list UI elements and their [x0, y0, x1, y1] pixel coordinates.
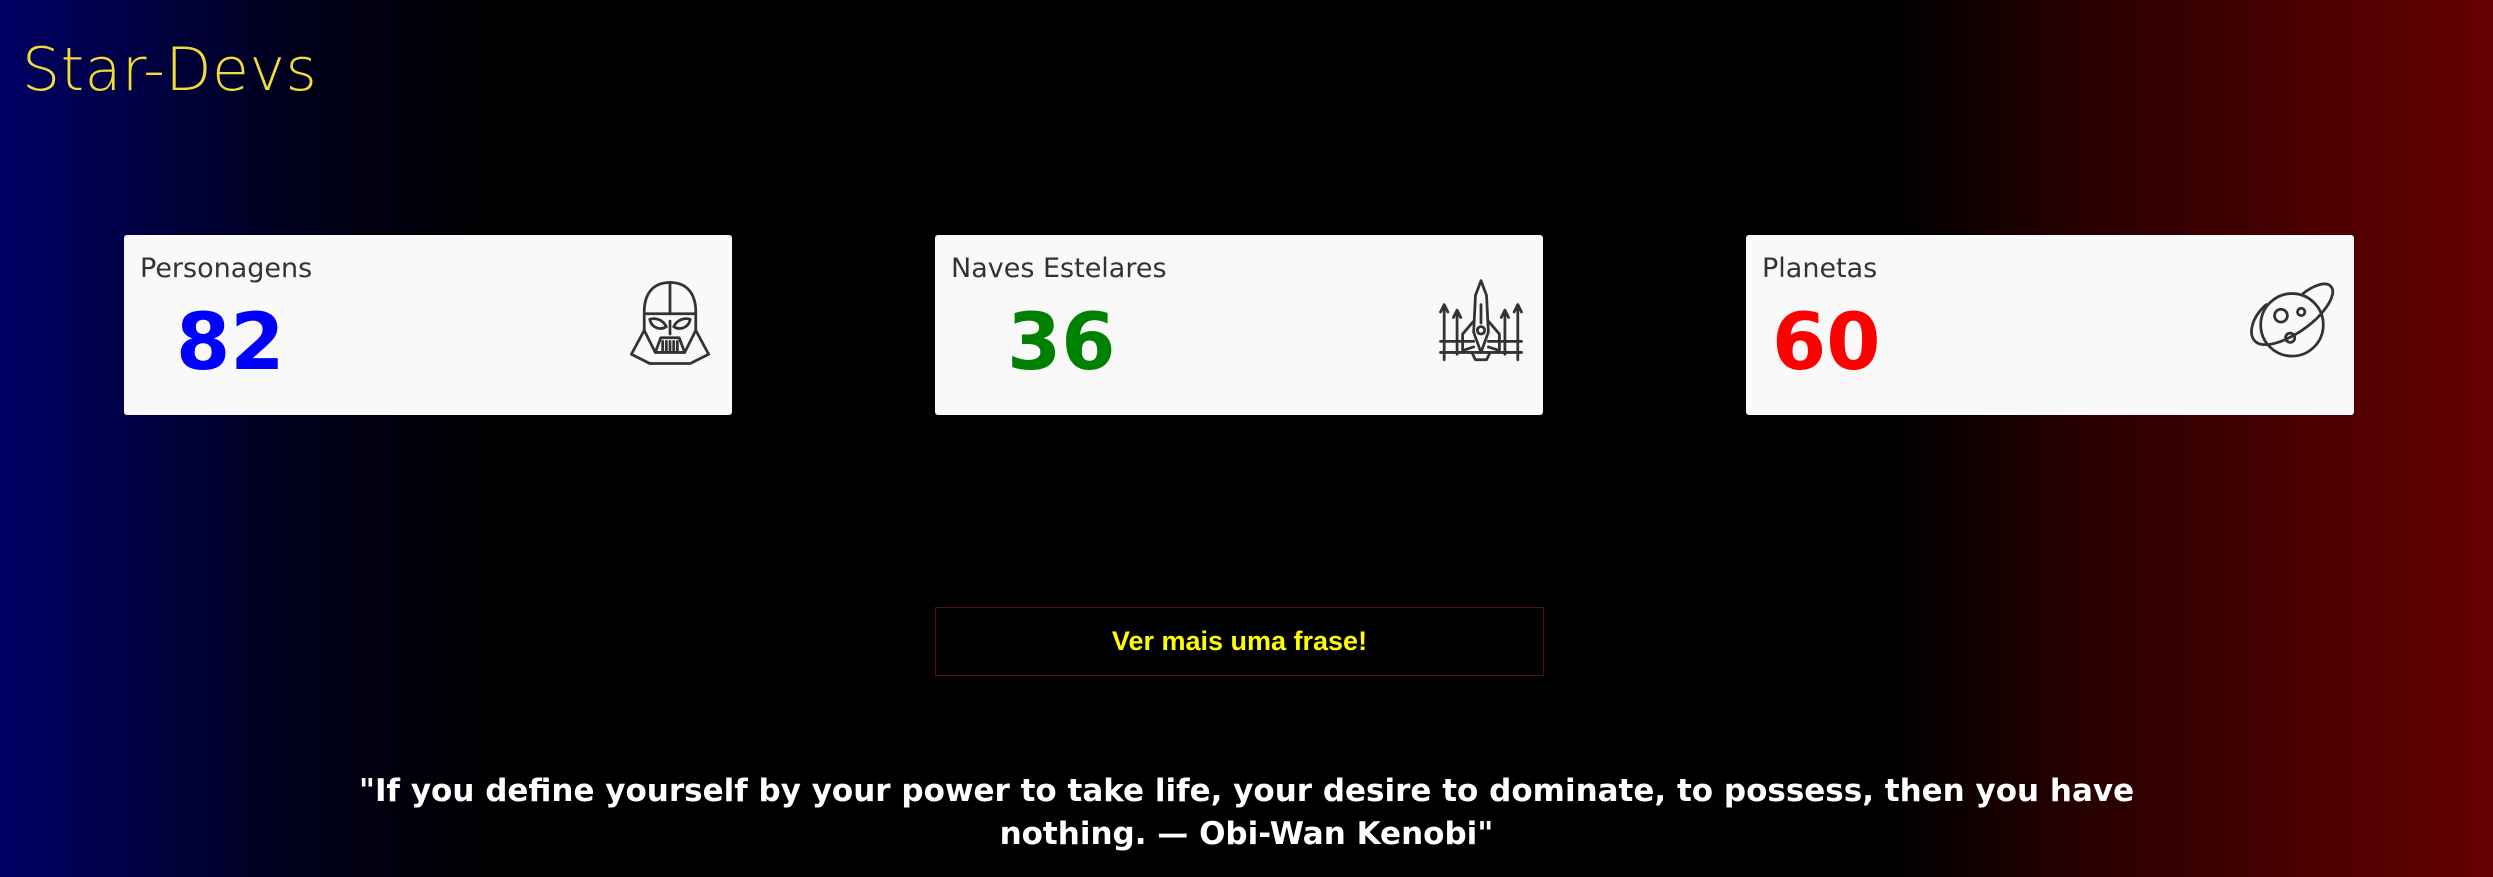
card-label-personagens: Personagens — [140, 253, 313, 284]
count-planetas: 60 — [1772, 298, 1881, 388]
darth-vader-helmet-icon — [624, 277, 716, 369]
count-naves-estelares: 36 — [1007, 298, 1116, 388]
card-personagens: Personagens 82 — [124, 235, 732, 415]
planet-icon — [2246, 277, 2338, 369]
count-personagens: 82 — [176, 298, 285, 388]
card-label-naves-estelares: Naves Estelares — [951, 253, 1167, 284]
card-naves-estelares: Naves Estelares 36 — [935, 235, 1543, 415]
quote-text: "If you define yourself by your power to… — [358, 773, 2135, 852]
app-title: Star-Devs — [22, 35, 318, 105]
starship-icon — [1435, 277, 1527, 369]
next-quote-button[interactable]: Ver mais uma frase! — [935, 607, 1544, 676]
card-label-planetas: Planetas — [1762, 253, 1878, 284]
card-planetas: Planetas 60 — [1746, 235, 2354, 415]
